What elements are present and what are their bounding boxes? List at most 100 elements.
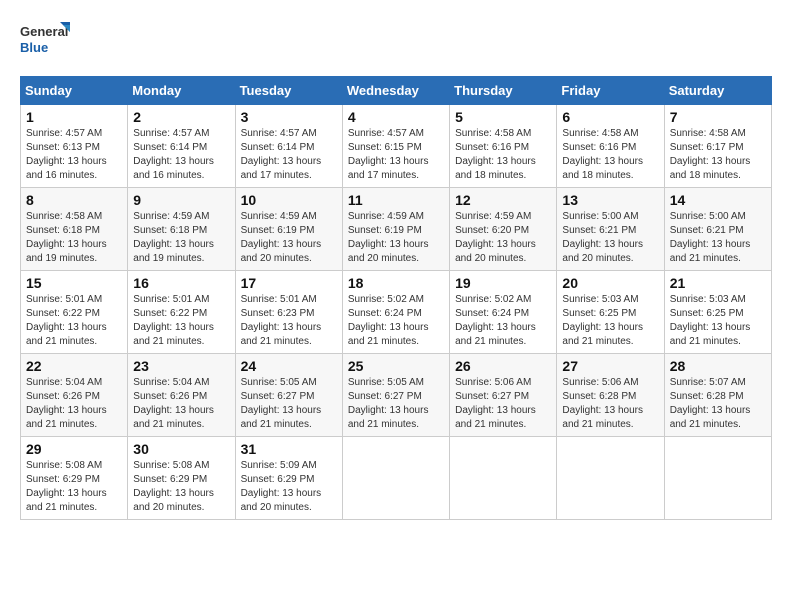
calendar-cell: 12 Sunrise: 4:59 AMSunset: 6:20 PMDayligh… <box>450 188 557 271</box>
week-row-5: 29 Sunrise: 5:08 AMSunset: 6:29 PMDayligh… <box>21 437 772 520</box>
day-number: 27 <box>562 358 658 374</box>
calendar-cell: 15 Sunrise: 5:01 AMSunset: 6:22 PMDayligh… <box>21 271 128 354</box>
page-header: General Blue <box>20 20 772 60</box>
week-row-1: 1 Sunrise: 4:57 AMSunset: 6:13 PMDaylight… <box>21 105 772 188</box>
day-number: 29 <box>26 441 122 457</box>
day-number: 24 <box>241 358 337 374</box>
calendar-cell: 31 Sunrise: 5:09 AMSunset: 6:29 PMDayligh… <box>235 437 342 520</box>
day-info: Sunrise: 4:58 AMSunset: 6:17 PMDaylight:… <box>670 127 766 183</box>
calendar-cell: 14 Sunrise: 5:00 AMSunset: 6:21 PMDayligh… <box>664 188 771 271</box>
calendar-cell: 6Sunrise: 4:58 AMSunset: 6:16 PMDaylight… <box>557 105 664 188</box>
weekday-sunday: Sunday <box>21 77 128 105</box>
day-number: 3 <box>241 109 337 125</box>
logo-svg: General Blue <box>20 20 70 60</box>
day-number: 31 <box>241 441 337 457</box>
day-number: 10 <box>241 192 337 208</box>
calendar-cell: 23Sunrise: 5:04 AMSunset: 6:26 PMDayligh… <box>128 354 235 437</box>
calendar-cell <box>664 437 771 520</box>
calendar-cell: 9 Sunrise: 4:59 AMSunset: 6:18 PMDaylight… <box>128 188 235 271</box>
day-number: 17 <box>241 275 337 291</box>
day-number: 2 <box>133 109 229 125</box>
calendar-cell: 16 Sunrise: 5:01 AMSunset: 6:22 PMDayligh… <box>128 271 235 354</box>
day-number: 22 <box>26 358 122 374</box>
day-info: Sunrise: 5:07 AMSunset: 6:28 PMDaylight:… <box>670 376 766 432</box>
day-info: Sunrise: 4:59 AMSunset: 6:20 PMDaylight:… <box>455 210 551 266</box>
day-info: Sunrise: 5:08 AMSunset: 6:29 PMDaylight:… <box>133 459 229 515</box>
day-info: Sunrise: 5:06 AMSunset: 6:27 PMDaylight:… <box>455 376 551 432</box>
day-info: Sunrise: 4:57 AMSunset: 6:13 PMDaylight:… <box>26 127 122 183</box>
day-number: 14 <box>670 192 766 208</box>
calendar-cell: 1 Sunrise: 4:57 AMSunset: 6:13 PMDaylight… <box>21 105 128 188</box>
weekday-tuesday: Tuesday <box>235 77 342 105</box>
weekday-saturday: Saturday <box>664 77 771 105</box>
day-number: 21 <box>670 275 766 291</box>
calendar-cell: 21 Sunrise: 5:03 AMSunset: 6:25 PMDayligh… <box>664 271 771 354</box>
calendar-cell: 8 Sunrise: 4:58 AMSunset: 6:18 PMDaylight… <box>21 188 128 271</box>
calendar-cell <box>557 437 664 520</box>
day-number: 26 <box>455 358 551 374</box>
calendar-cell: 4Sunrise: 4:57 AMSunset: 6:15 PMDaylight… <box>342 105 449 188</box>
day-number: 9 <box>133 192 229 208</box>
day-info: Sunrise: 5:03 AMSunset: 6:25 PMDaylight:… <box>670 293 766 349</box>
day-number: 20 <box>562 275 658 291</box>
calendar-cell: 19Sunrise: 5:02 AMSunset: 6:24 PMDayligh… <box>450 271 557 354</box>
day-info: Sunrise: 4:57 AMSunset: 6:14 PMDaylight:… <box>241 127 337 183</box>
calendar-cell: 11 Sunrise: 4:59 AMSunset: 6:19 PMDayligh… <box>342 188 449 271</box>
calendar-cell: 26 Sunrise: 5:06 AMSunset: 6:27 PMDayligh… <box>450 354 557 437</box>
day-info: Sunrise: 5:02 AMSunset: 6:24 PMDaylight:… <box>348 293 444 349</box>
calendar-cell: 28 Sunrise: 5:07 AMSunset: 6:28 PMDayligh… <box>664 354 771 437</box>
calendar-cell: 30Sunrise: 5:08 AMSunset: 6:29 PMDayligh… <box>128 437 235 520</box>
calendar-cell: 3 Sunrise: 4:57 AMSunset: 6:14 PMDaylight… <box>235 105 342 188</box>
calendar-cell: 5Sunrise: 4:58 AMSunset: 6:16 PMDaylight… <box>450 105 557 188</box>
day-number: 16 <box>133 275 229 291</box>
calendar-cell: 24 Sunrise: 5:05 AMSunset: 6:27 PMDayligh… <box>235 354 342 437</box>
day-number: 25 <box>348 358 444 374</box>
day-number: 28 <box>670 358 766 374</box>
weekday-monday: Monday <box>128 77 235 105</box>
day-info: Sunrise: 5:02 AMSunset: 6:24 PMDaylight:… <box>455 293 551 349</box>
day-info: Sunrise: 4:59 AMSunset: 6:18 PMDaylight:… <box>133 210 229 266</box>
week-row-4: 22 Sunrise: 5:04 AMSunset: 6:26 PMDayligh… <box>21 354 772 437</box>
calendar-table: SundayMondayTuesdayWednesdayThursdayFrid… <box>20 76 772 520</box>
calendar-cell: 22 Sunrise: 5:04 AMSunset: 6:26 PMDayligh… <box>21 354 128 437</box>
logo: General Blue <box>20 20 70 60</box>
day-info: Sunrise: 5:01 AMSunset: 6:22 PMDaylight:… <box>26 293 122 349</box>
day-number: 15 <box>26 275 122 291</box>
day-number: 8 <box>26 192 122 208</box>
svg-text:Blue: Blue <box>20 40 48 55</box>
day-info: Sunrise: 5:05 AMSunset: 6:27 PMDaylight:… <box>348 376 444 432</box>
weekday-wednesday: Wednesday <box>342 77 449 105</box>
calendar-cell: 17Sunrise: 5:01 AMSunset: 6:23 PMDayligh… <box>235 271 342 354</box>
day-info: Sunrise: 4:58 AMSunset: 6:16 PMDaylight:… <box>455 127 551 183</box>
calendar-cell: 2Sunrise: 4:57 AMSunset: 6:14 PMDaylight… <box>128 105 235 188</box>
day-number: 23 <box>133 358 229 374</box>
day-info: Sunrise: 5:01 AMSunset: 6:22 PMDaylight:… <box>133 293 229 349</box>
day-info: Sunrise: 4:58 AMSunset: 6:18 PMDaylight:… <box>26 210 122 266</box>
day-number: 7 <box>670 109 766 125</box>
week-row-2: 8 Sunrise: 4:58 AMSunset: 6:18 PMDaylight… <box>21 188 772 271</box>
calendar-cell <box>342 437 449 520</box>
calendar-cell: 10 Sunrise: 4:59 AMSunset: 6:19 PMDayligh… <box>235 188 342 271</box>
day-number: 12 <box>455 192 551 208</box>
calendar-cell: 7 Sunrise: 4:58 AMSunset: 6:17 PMDaylight… <box>664 105 771 188</box>
day-info: Sunrise: 5:00 AMSunset: 6:21 PMDaylight:… <box>562 210 658 266</box>
day-info: Sunrise: 5:05 AMSunset: 6:27 PMDaylight:… <box>241 376 337 432</box>
day-number: 1 <box>26 109 122 125</box>
day-info: Sunrise: 4:59 AMSunset: 6:19 PMDaylight:… <box>241 210 337 266</box>
day-info: Sunrise: 5:00 AMSunset: 6:21 PMDaylight:… <box>670 210 766 266</box>
day-info: Sunrise: 4:59 AMSunset: 6:19 PMDaylight:… <box>348 210 444 266</box>
day-info: Sunrise: 5:04 AMSunset: 6:26 PMDaylight:… <box>26 376 122 432</box>
day-info: Sunrise: 4:58 AMSunset: 6:16 PMDaylight:… <box>562 127 658 183</box>
svg-text:General: General <box>20 24 68 39</box>
calendar-cell: 25 Sunrise: 5:05 AMSunset: 6:27 PMDayligh… <box>342 354 449 437</box>
day-info: Sunrise: 5:09 AMSunset: 6:29 PMDaylight:… <box>241 459 337 515</box>
calendar-cell: 13Sunrise: 5:00 AMSunset: 6:21 PMDayligh… <box>557 188 664 271</box>
day-number: 4 <box>348 109 444 125</box>
day-info: Sunrise: 5:06 AMSunset: 6:28 PMDaylight:… <box>562 376 658 432</box>
calendar-cell: 20 Sunrise: 5:03 AMSunset: 6:25 PMDayligh… <box>557 271 664 354</box>
day-info: Sunrise: 5:03 AMSunset: 6:25 PMDaylight:… <box>562 293 658 349</box>
calendar-cell: 18Sunrise: 5:02 AMSunset: 6:24 PMDayligh… <box>342 271 449 354</box>
weekday-header-row: SundayMondayTuesdayWednesdayThursdayFrid… <box>21 77 772 105</box>
day-number: 11 <box>348 192 444 208</box>
calendar-cell: 29Sunrise: 5:08 AMSunset: 6:29 PMDayligh… <box>21 437 128 520</box>
